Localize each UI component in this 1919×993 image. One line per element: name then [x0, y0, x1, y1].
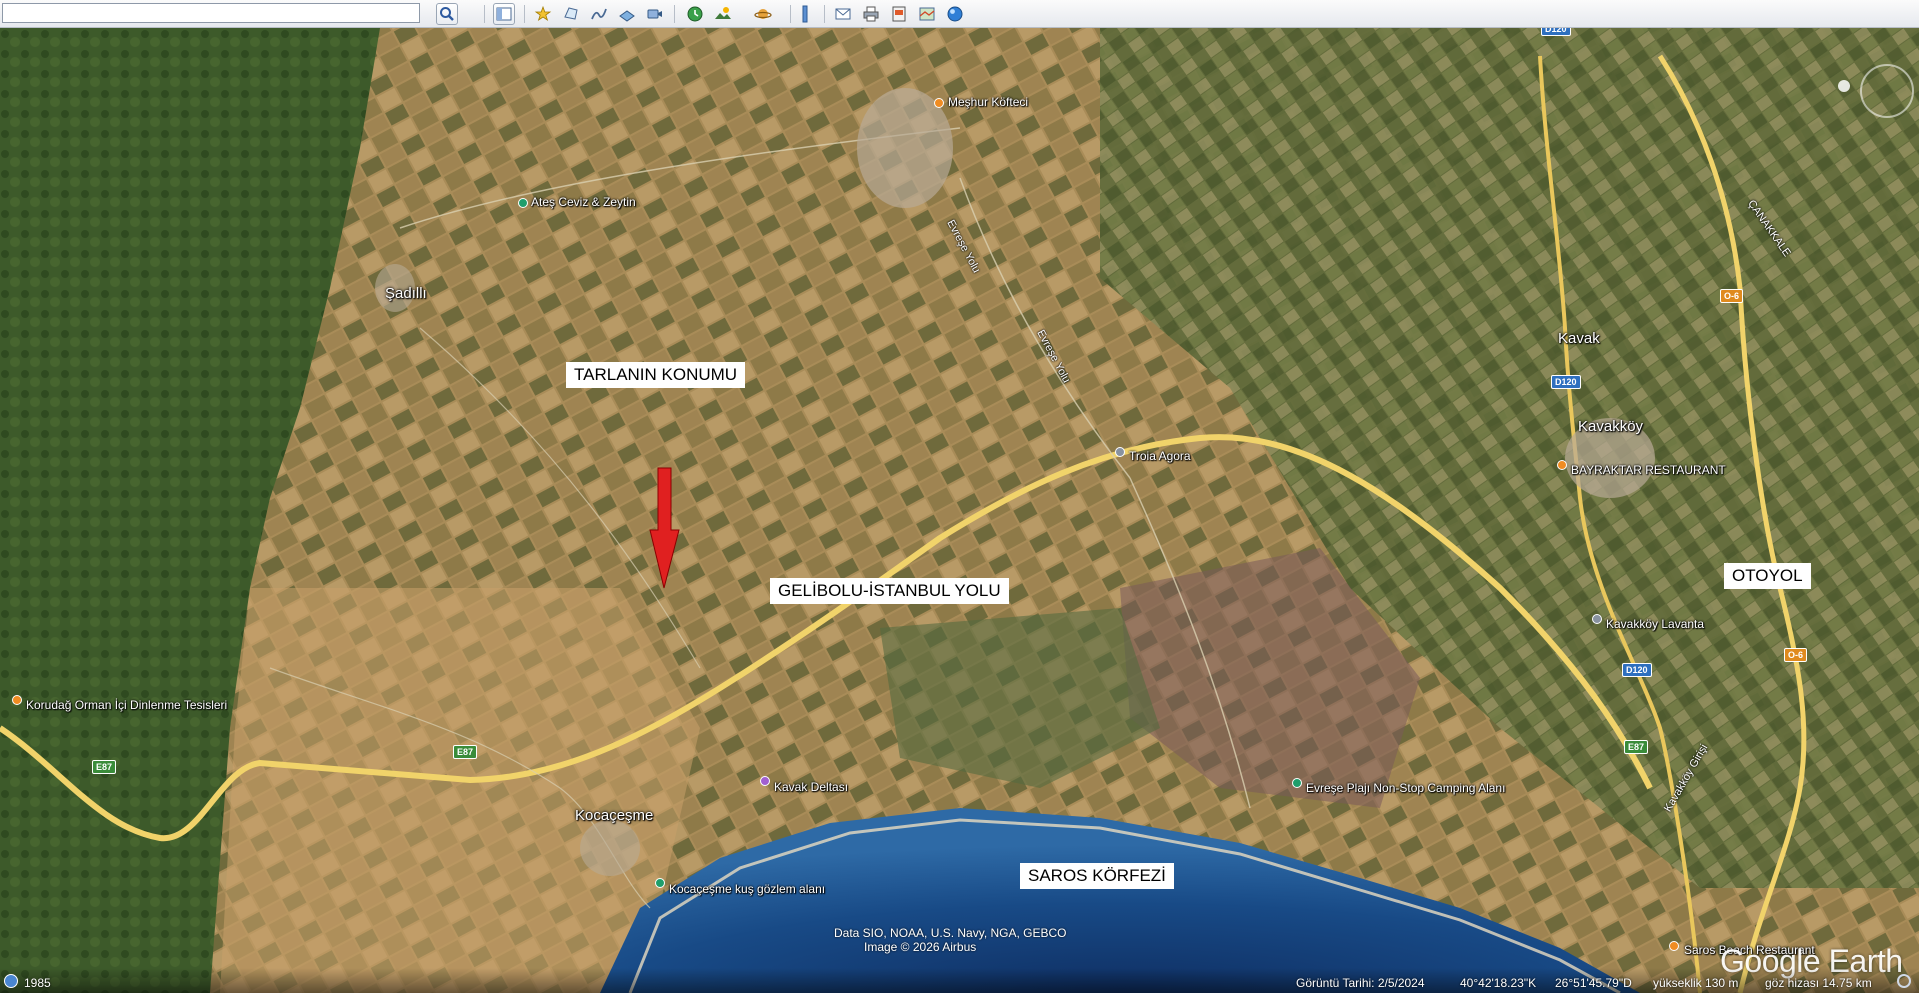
camping-pin-icon[interactable] [1292, 778, 1302, 788]
sidebar-toggle-button[interactable] [493, 3, 515, 25]
streaming-indicator-icon [1897, 974, 1911, 988]
d120-shield: D120 [1622, 663, 1652, 677]
poi-evrese-plaji[interactable]: Evreşe Plajı Non-Stop Camping Alanı [1306, 781, 1505, 795]
switch-planet-button[interactable] [752, 3, 774, 25]
ruler-button[interactable] [794, 3, 816, 25]
status-latitude: 40°42'18.23"K [1460, 976, 1537, 990]
gulf-callout: SAROS KÖRFEZİ [1020, 863, 1174, 889]
attribution: Data SIO, NOAA, U.S. Navy, NGA, GEBCO Im… [834, 926, 1067, 954]
toolbar-separator [674, 5, 675, 23]
add-polygon-button[interactable] [560, 3, 582, 25]
poi-meshur-kofteci[interactable]: Meşhur Köfteci [948, 95, 1028, 109]
town-kavak[interactable]: Kavak [1558, 330, 1600, 347]
status-eye-altitude: göz hizası 14.75 km [1765, 976, 1872, 990]
earth-studio-icon [947, 6, 963, 22]
museum-pin-icon[interactable] [1115, 447, 1125, 457]
status-year[interactable]: 1985 [24, 976, 51, 990]
status-longitude: 26°51'45.79"D [1555, 976, 1632, 990]
email-button[interactable] [832, 3, 854, 25]
toolbar-separator [824, 5, 825, 23]
o6-shield: O-6 [1720, 289, 1744, 303]
search-button[interactable] [436, 3, 458, 25]
search-input[interactable] [2, 3, 420, 23]
town-kavakkoy[interactable]: Kavakköy [1578, 418, 1643, 435]
poi-kavakkoy-lavanta[interactable]: Kavakköy Lavanta [1606, 617, 1704, 631]
switch-planet-icon [754, 9, 772, 19]
satellite-imagery [0, 28, 1919, 993]
toolbar-separator [524, 5, 525, 23]
add-placemark-button[interactable] [532, 3, 554, 25]
print-icon [863, 6, 879, 22]
toolbar [0, 0, 1919, 28]
highway-callout: OTOYOL [1724, 563, 1811, 589]
poi-troia-agora[interactable]: Troia Agora [1129, 449, 1191, 463]
earth-studio-button[interactable] [944, 3, 966, 25]
navigation-compass-icon[interactable] [1860, 64, 1914, 118]
save-image-icon [892, 6, 906, 22]
toolbar-separator [484, 5, 485, 23]
add-polygon-icon [564, 7, 578, 20]
d120-shield: D120 [1551, 375, 1581, 389]
d120-shield: D120 [1541, 28, 1571, 36]
view-in-maps-icon [919, 7, 935, 21]
landmark-pin-icon[interactable] [760, 776, 770, 786]
sunlight-button[interactable] [712, 3, 734, 25]
shop-pin-icon[interactable] [1592, 614, 1602, 624]
print-button[interactable] [860, 3, 882, 25]
poi-korudag[interactable]: Korudağ Orman İçi Dinlenme Tesisleri [26, 698, 227, 712]
email-icon [835, 8, 851, 20]
e87-shield: E87 [1624, 740, 1649, 754]
ruler-icon [802, 5, 808, 23]
toolbar-separator [790, 5, 791, 23]
historical-imagery-button[interactable] [684, 3, 706, 25]
view-in-maps-button[interactable] [916, 3, 938, 25]
record-tour-icon [647, 9, 662, 19]
status-bar: 1985 Görüntü Tarihi: 2/5/2024 40°42'18.2… [0, 968, 1919, 993]
save-image-button[interactable] [888, 3, 910, 25]
sunlight-icon [715, 7, 731, 19]
north-indicator-icon[interactable] [1838, 80, 1850, 92]
add-placemark-icon [534, 5, 552, 21]
poi-kocacesme-kus[interactable]: Kocaçeşme kuş gözlem alanı [669, 882, 825, 896]
status-imagery-date: Görüntü Tarihi: 2/5/2024 [1296, 976, 1425, 990]
status-elevation: yükseklik 130 m [1653, 976, 1739, 990]
road-callout: GELİBOLU-İSTANBUL YOLU [770, 578, 1009, 604]
restaurant-pin-icon[interactable] [12, 695, 22, 705]
record-tour-button[interactable] [644, 3, 666, 25]
poi-ates-ceviz[interactable]: Ateş Ceviz & Zeytin [531, 195, 636, 209]
shop-pin-icon[interactable] [518, 198, 528, 208]
historical-imagery-clock-icon[interactable] [4, 974, 18, 988]
attribution-data: Data SIO, NOAA, U.S. Navy, NGA, GEBCO [834, 926, 1067, 940]
town-sadili[interactable]: Şadıllı [385, 285, 427, 302]
add-path-button[interactable] [588, 3, 610, 25]
restaurant-pin-icon[interactable] [1669, 941, 1679, 951]
e87-shield: E87 [92, 760, 117, 774]
town-kocacesme[interactable]: Kocaçeşme [575, 807, 653, 824]
poi-kavak-deltasi[interactable]: Kavak Deltası [774, 780, 848, 794]
add-image-overlay-icon [619, 10, 635, 22]
poi-bayraktar[interactable]: BAYRAKTAR RESTAURANT [1571, 463, 1726, 477]
restaurant-pin-icon[interactable] [934, 98, 944, 108]
historical-imagery-icon [687, 6, 703, 22]
e87-shield: E87 [453, 745, 478, 759]
field-location-callout: TARLANIN KONUMU [566, 362, 746, 388]
add-path-icon [591, 8, 607, 20]
park-pin-icon[interactable] [655, 878, 665, 888]
add-image-overlay-button[interactable] [616, 3, 638, 25]
restaurant-pin-icon[interactable] [1557, 460, 1567, 470]
o6-shield: O-6 [1784, 648, 1808, 662]
attribution-image: Image © 2026 Airbus [864, 940, 977, 954]
search-icon [440, 7, 454, 21]
sidebar-toggle-icon [496, 7, 512, 21]
map-view[interactable]: TARLANIN KONUMU GELİBOLU-İSTANBUL YOLU O… [0, 28, 1919, 993]
